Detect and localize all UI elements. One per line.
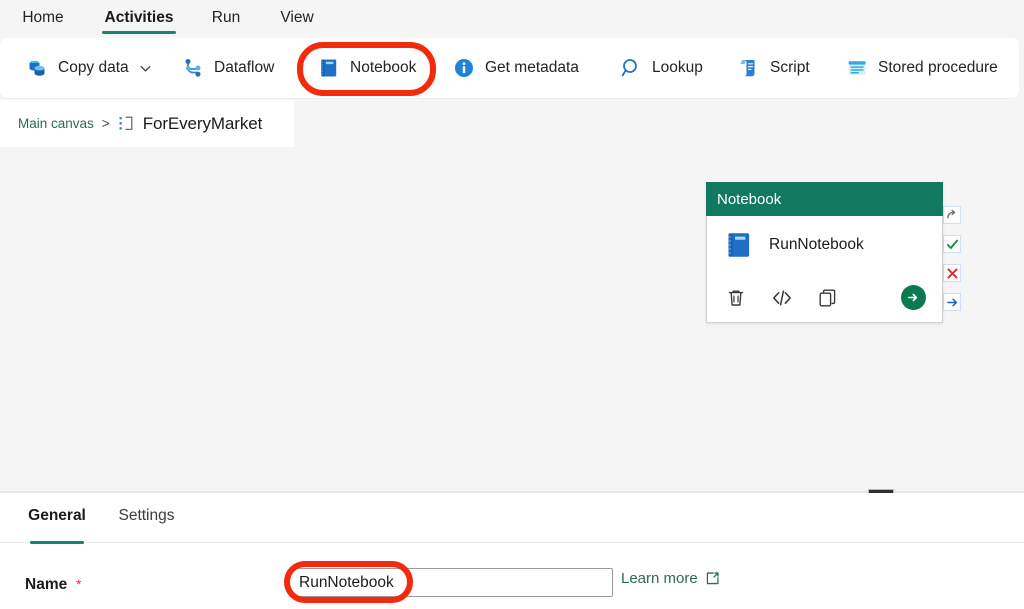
notebook-icon xyxy=(321,59,337,77)
toolbar-item-copy-data[interactable]: Copy data xyxy=(16,47,161,89)
run-activity-button[interactable] xyxy=(901,285,926,310)
arrow-right-icon xyxy=(946,298,957,306)
toolbar-item-dataflow-label: Dataflow xyxy=(214,59,275,76)
toolbar-item-notebook[interactable]: Notebook xyxy=(308,47,425,89)
toolbar-item-script-label: Script xyxy=(770,59,810,76)
toolbar-item-lookup-label: Lookup xyxy=(652,59,703,76)
properties-tab-bar: General Settings xyxy=(0,505,1024,544)
breadcrumb: Main canvas > ForEveryMarket xyxy=(0,100,294,147)
on-success-connector[interactable] xyxy=(943,235,961,253)
toolbar-item-script[interactable]: Script xyxy=(728,47,819,89)
on-fail-connector[interactable] xyxy=(943,264,961,282)
ribbon-tab-activities-label: Activities xyxy=(104,9,174,27)
toolbar-item-dataflow[interactable]: Dataflow xyxy=(172,47,283,89)
toolbar-item-get-metadata[interactable]: Get metadata xyxy=(443,47,588,89)
activity-card-notebook[interactable]: Notebook RunNotebook xyxy=(706,182,943,323)
script-scroll-icon xyxy=(740,60,755,77)
activity-card-footer xyxy=(707,274,942,321)
toolbar-item-notebook-label: Notebook xyxy=(350,59,417,76)
external-link-icon xyxy=(706,572,719,585)
name-field-label: Name xyxy=(25,576,68,593)
learn-more-link[interactable]: Learn more xyxy=(621,570,720,587)
magnifier-icon xyxy=(621,59,637,77)
trash-icon[interactable] xyxy=(725,287,747,309)
tab-general-label: General xyxy=(28,507,86,524)
pipeline-editor-window: Home Activities Run View Copy data Dataf… xyxy=(0,0,1024,609)
ribbon-tab-run[interactable]: Run xyxy=(204,0,248,38)
learn-more-label: Learn more xyxy=(621,570,698,587)
breadcrumb-separator: > xyxy=(101,116,110,131)
ribbon-tab-view-label: View xyxy=(280,9,314,27)
checkmark-icon xyxy=(946,239,958,249)
on-completion-connector[interactable] xyxy=(943,293,961,311)
ribbon-tab-home[interactable]: Home xyxy=(14,0,72,38)
cross-x-icon xyxy=(946,267,958,279)
toolbar-item-stored-procedure[interactable]: Stored procedure xyxy=(836,47,1007,89)
tab-general[interactable]: General xyxy=(25,505,89,544)
toolbar-item-get-metadata-label: Get metadata xyxy=(485,59,579,76)
pipeline-canvas[interactable]: Notebook RunNotebook xyxy=(0,147,1024,491)
ribbon-tab-run-label: Run xyxy=(211,9,241,27)
breadcrumb-link-main-canvas[interactable]: Main canvas xyxy=(18,116,94,131)
name-input[interactable] xyxy=(289,568,613,597)
toolbar-item-lookup[interactable]: Lookup xyxy=(610,47,712,89)
stored-procedure-icon xyxy=(848,61,866,75)
chevron-down-icon[interactable] xyxy=(139,62,152,75)
copy-data-icon xyxy=(29,60,45,76)
tab-settings[interactable]: Settings xyxy=(113,505,180,543)
toolbar-item-stored-procedure-label: Stored procedure xyxy=(878,59,998,76)
activity-card-header: Notebook xyxy=(706,182,943,216)
copy-icon[interactable] xyxy=(817,287,839,309)
toolbar-item-copy-data-label: Copy data xyxy=(58,59,129,76)
dataflow-icon xyxy=(185,59,201,77)
ribbon-tab-activities[interactable]: Activities xyxy=(96,0,182,38)
code-icon[interactable] xyxy=(771,287,793,309)
activities-toolbar: Copy data Dataflow Notebook Get metadata… xyxy=(0,38,1019,98)
ribbon-tab-home-label: Home xyxy=(22,9,64,27)
activity-card-body: RunNotebook xyxy=(707,216,942,274)
notebook-icon xyxy=(728,233,750,257)
active-properties-tab-underline xyxy=(30,541,84,544)
activity-card-header-title: Notebook xyxy=(717,190,782,208)
required-marker: * xyxy=(76,576,82,592)
arrow-right-circle-icon xyxy=(908,293,918,302)
tab-settings-label: Settings xyxy=(118,507,175,524)
info-circle-icon xyxy=(455,59,473,77)
active-tab-underline xyxy=(102,31,176,34)
ribbon-tab-bar: Home Activities Run View xyxy=(0,0,1024,38)
activity-card-name: RunNotebook xyxy=(769,236,864,253)
on-skip-connector[interactable] xyxy=(943,206,961,224)
retry-arrow-icon xyxy=(946,209,955,218)
foreach-activity-icon xyxy=(119,116,133,130)
ribbon-tab-view[interactable]: View xyxy=(272,0,322,38)
breadcrumb-current-item: ForEveryMarket xyxy=(142,113,263,133)
